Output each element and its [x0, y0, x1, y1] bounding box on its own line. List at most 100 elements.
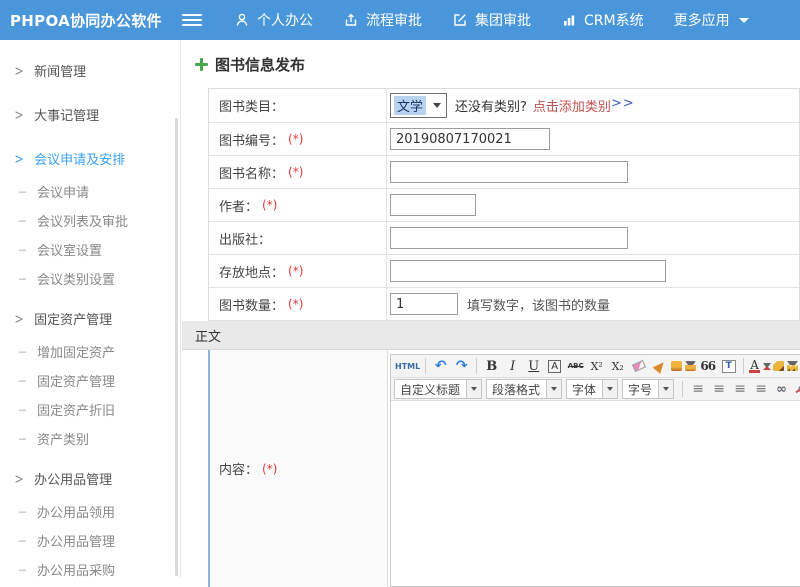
highlighter-button[interactable] — [773, 357, 798, 376]
sidebar-menu: >新闻管理>大事记管理>会议申请及安排—会议申请—会议列表及审批—会议室设置—会… — [0, 40, 180, 578]
dash-icon: — — [19, 272, 27, 285]
sidebar-item-6[interactable]: — 会议类别设置 — [0, 264, 180, 293]
align-right-button[interactable]: ≡ — [730, 380, 749, 399]
nav-item-more-apps[interactable]: 更多应用 — [674, 10, 749, 30]
eraser-button[interactable] — [629, 357, 648, 376]
hamburger-menu-icon[interactable] — [182, 14, 202, 26]
fill-color-button[interactable] — [671, 357, 696, 376]
sidebar-group-2[interactable]: >会议申请及安排 — [0, 140, 180, 177]
caret-down-icon — [546, 380, 561, 398]
form-row: 存放地点：(*) — [209, 255, 799, 288]
font-size-select[interactable]: 字号 — [622, 379, 674, 399]
field-label: 作者： — [219, 196, 258, 215]
category-select[interactable]: 文学 — [390, 93, 447, 118]
sidebar-item-5[interactable]: —会议室设置 — [0, 235, 180, 264]
dash-icon: — — [19, 185, 27, 198]
sidebar-group-0[interactable]: >新闻管理 — [0, 52, 180, 89]
sidebar-item-13[interactable]: —办公用品领用 — [0, 497, 180, 526]
chevron-right-icon: > — [15, 106, 24, 122]
dash-icon: — — [19, 505, 27, 518]
editor-toolbar-row2: 自定义标题段落格式字体字号≡≡≡≡∞∞ — [391, 378, 800, 401]
app-logo: PHPOA协同办公软件 — [0, 10, 180, 31]
caret-down-icon — [787, 361, 798, 371]
underline-button[interactable]: U — [524, 357, 543, 376]
location-input[interactable] — [390, 260, 666, 282]
book-name-input[interactable] — [390, 161, 628, 183]
paste-text-button[interactable]: T — [719, 357, 738, 376]
dash-icon: — — [19, 432, 27, 445]
sidebar-group-7[interactable]: >固定资产管理 — [0, 300, 180, 337]
sidebar-group-12[interactable]: >办公用品管理 — [0, 460, 180, 497]
sidebar-item-label: 办公用品管理 — [37, 531, 115, 550]
font-family-select[interactable]: 字体 — [566, 379, 618, 399]
author-input[interactable] — [390, 194, 476, 216]
sidebar-item-8[interactable]: —增加固定资产 — [0, 337, 180, 366]
align-left-button[interactable]: ≡ — [688, 380, 707, 399]
dash-icon: — — [19, 243, 27, 256]
add-category-link[interactable]: 点击添加类别 — [533, 96, 611, 115]
link-button[interactable]: ∞ — [772, 380, 791, 399]
flow-approve-icon — [343, 12, 359, 28]
sidebar-item-10[interactable]: —固定资产折旧 — [0, 395, 180, 424]
sidebar-item-3[interactable]: — 会议申请 — [0, 177, 180, 206]
nav-label: 集团审批 — [475, 10, 531, 30]
font-color-button[interactable]: A — [749, 357, 771, 376]
body-section-label: 正文 — [195, 326, 221, 345]
nav-label: 更多应用 — [674, 10, 730, 30]
sidebar-item-label: 大事记管理 — [34, 105, 99, 124]
format-brush-button[interactable] — [650, 357, 669, 376]
subscript-button[interactable]: X₂ — [608, 357, 627, 376]
heading-select[interactable]: 自定义标题 — [394, 379, 482, 399]
sidebar-item-14[interactable]: — 办公用品管理 — [0, 526, 180, 555]
nav-label: CRM系统 — [584, 10, 644, 30]
no-category-question: 还没有类别? — [455, 96, 527, 115]
dash-icon: — — [19, 403, 27, 416]
field-label: 图书名称： — [219, 163, 284, 182]
content-editor-row: 内容： (*) HTML↶↷BIUAABCX²X₂66TA≡≡ 自定义标题段落格… — [208, 350, 800, 587]
top-nav: 个人办公 流程审批 集团审批 CRM系统 更多应用 — [234, 10, 749, 30]
sidebar-scrollbar[interactable] — [175, 118, 178, 576]
book-number-input[interactable] — [390, 128, 550, 150]
nav-item-personal-office[interactable]: 个人办公 — [234, 10, 313, 30]
select-label: 字号 — [623, 381, 658, 398]
edit-square-icon — [452, 12, 468, 28]
strikethrough-button[interactable]: ABC — [566, 357, 585, 376]
form-row: 图书名称：(*) — [209, 156, 799, 189]
sidebar: >新闻管理>大事记管理>会议申请及安排—会议申请—会议列表及审批—会议室设置—会… — [0, 40, 181, 578]
chevron-right-icon: > — [15, 62, 24, 78]
html-source-button[interactable]: HTML — [395, 357, 420, 376]
unlink-button[interactable]: ∞ — [793, 380, 800, 399]
sidebar-item-9[interactable]: —固定资产管理 — [0, 366, 180, 395]
align-center-button[interactable]: ≡ — [709, 380, 728, 399]
italic-button[interactable]: I — [503, 357, 522, 376]
blockquote-button[interactable]: 66 — [698, 357, 717, 376]
bold-button[interactable]: B — [482, 357, 501, 376]
add-category-arrows[interactable]: >> — [611, 96, 635, 115]
justify-button[interactable]: ≡ — [751, 380, 770, 399]
select-label: 字体 — [567, 381, 602, 398]
form-row-category: 图书类目： 文学 还没有类别? 点击添加类别 >> — [209, 89, 799, 123]
paragraph-format-select[interactable]: 段落格式 — [486, 379, 562, 399]
form-row: 出版社： — [209, 222, 799, 255]
sidebar-item-label: 会议申请 — [37, 182, 89, 201]
nav-item-workflow-approval[interactable]: 流程审批 — [343, 10, 422, 30]
superscript-button[interactable]: X² — [587, 357, 606, 376]
font-style-button[interactable]: A — [545, 357, 564, 376]
quantity-input[interactable] — [390, 293, 458, 315]
sidebar-item-11[interactable]: —资产类别 — [0, 424, 180, 453]
sidebar-item-15[interactable]: —办公用品采购 — [0, 555, 180, 578]
publisher-input[interactable] — [390, 227, 628, 249]
redo-button[interactable]: ↷ — [452, 357, 471, 376]
chevron-right-icon: > — [15, 310, 24, 326]
sidebar-item-label: 会议类别设置 — [37, 269, 115, 288]
nav-item-group-approval[interactable]: 集团审批 — [452, 10, 531, 30]
sidebar-group-1[interactable]: > 大事记管理 — [0, 96, 180, 133]
editor-content-area[interactable] — [391, 401, 800, 586]
form-row: 图书编号：(*) — [209, 123, 799, 156]
nav-item-crm-system[interactable]: CRM系统 — [561, 10, 644, 30]
dash-icon: — — [19, 534, 27, 547]
sidebar-item-4[interactable]: —会议列表及审批 — [0, 206, 180, 235]
undo-button[interactable]: ↶ — [431, 357, 450, 376]
page-title: 图书信息发布 — [215, 54, 305, 75]
required-mark: (*) — [288, 297, 303, 311]
